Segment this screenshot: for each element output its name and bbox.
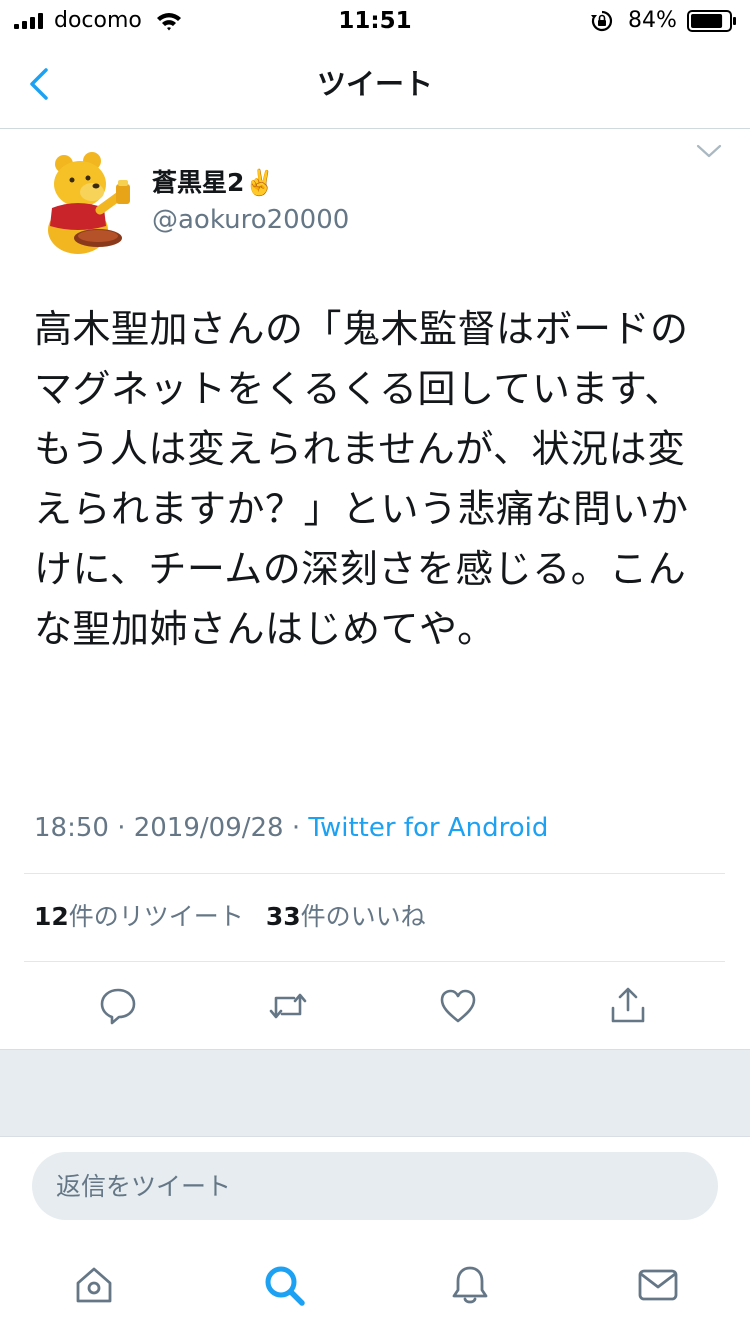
like-count: 33 <box>265 902 301 931</box>
victory-hand-emoji: ✌️ <box>244 168 276 197</box>
battery-icon <box>687 10 736 32</box>
navigation-bar: ツイート <box>0 42 750 129</box>
battery-percent: 84% <box>628 8 677 33</box>
retweet-label: 件のリツイート <box>68 902 244 931</box>
status-bar: docomo 11:51 84% <box>0 0 750 42</box>
tweet-meta: 18:50 · 2019/09/28 · Twitter for Android <box>34 810 548 846</box>
retweet-icon[interactable] <box>268 986 308 1026</box>
author-handle[interactable]: @aokuro20000 <box>152 203 349 237</box>
tweet-source-link[interactable]: Twitter for Android <box>308 813 548 843</box>
like-label: 件のいいね <box>300 902 426 931</box>
display-name-text: 蒼黒星2 <box>152 168 245 197</box>
meta-separator: · <box>291 813 301 843</box>
chevron-down-icon[interactable] <box>694 140 724 162</box>
retweets-stat[interactable]: 12件のリツイート <box>34 902 244 931</box>
home-icon[interactable] <box>72 1263 116 1307</box>
retweet-count: 12 <box>34 902 69 931</box>
tweet-stats: 12件のリツイート 33件のいいね <box>34 899 426 935</box>
search-icon[interactable] <box>262 1263 306 1307</box>
divider <box>24 961 725 962</box>
author-display-name[interactable]: 蒼黒星2✌️ <box>152 166 276 200</box>
meta-separator: · <box>117 813 126 843</box>
rotation-lock-icon <box>591 10 613 32</box>
tweet-time: 18:50 <box>34 813 109 843</box>
tweet-text: 高木聖加さんの「鬼木監督はボードのマグネットをくるくる回しています、もう人は変え… <box>34 307 689 651</box>
messages-icon[interactable] <box>636 1263 680 1307</box>
notifications-icon[interactable] <box>448 1263 492 1307</box>
page-title: ツイート <box>316 67 433 101</box>
divider <box>24 873 725 874</box>
avatar[interactable] <box>42 150 138 256</box>
tweet-date: 2019/09/28 <box>133 813 284 843</box>
like-icon[interactable] <box>438 986 478 1026</box>
reply-input[interactable] <box>32 1152 718 1220</box>
reply-icon[interactable] <box>98 986 138 1026</box>
share-icon[interactable] <box>608 986 648 1026</box>
likes-stat[interactable]: 33件のいいね <box>266 902 426 931</box>
replies-placeholder-area <box>0 1049 750 1137</box>
